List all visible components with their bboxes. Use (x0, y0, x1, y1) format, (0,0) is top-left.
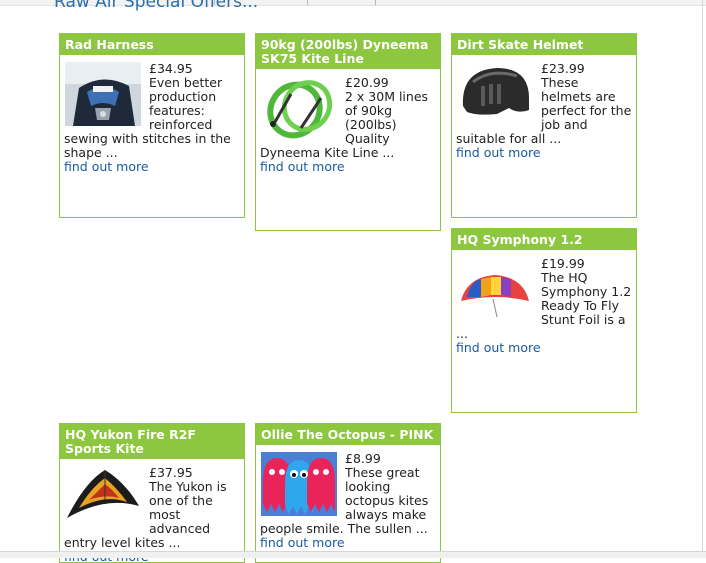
product-body: £37.95 The Yukon is one of the most adva… (60, 459, 244, 563)
page-heading: Raw Air Special Offers... (54, 0, 259, 12)
delta-kite-photo[interactable] (65, 466, 141, 530)
product-card-rad-harness: Rad Harness £34.95 Even better productio… (59, 33, 245, 218)
toolbar-divider (375, 0, 376, 5)
product-title-bar: Rad Harness (60, 34, 244, 55)
product-title-link[interactable]: HQ Yukon Fire R2F Sports Kite (65, 427, 196, 456)
find-out-more-link[interactable]: find out more (456, 341, 632, 355)
product-title-link[interactable]: HQ Symphony 1.2 (457, 232, 583, 247)
product-title-link[interactable]: Rad Harness (65, 37, 154, 52)
product-card-hq-yukon: HQ Yukon Fire R2F Sports Kite £37.95 The… (59, 423, 245, 563)
product-title-bar: Dirt Skate Helmet (452, 34, 636, 55)
product-card-hq-symphony: HQ Symphony 1.2 £19.99 The HQ Symphony 1… (451, 228, 637, 413)
product-card-kite-line: 90kg (200lbs) Dyneema SK75 Kite Line £20… (255, 33, 441, 231)
find-out-more-link[interactable]: find out more (260, 536, 436, 550)
product-title-bar: HQ Symphony 1.2 (452, 229, 636, 250)
harness-photo[interactable] (65, 62, 141, 126)
product-card-ollie-octopus: Ollie The Octopus - PINK £8.99 These gre… (255, 423, 441, 563)
product-title-bar: Ollie The Octopus - PINK (256, 424, 440, 445)
product-title-link[interactable]: Ollie The Octopus - PINK (261, 427, 433, 442)
product-title-link[interactable]: 90kg (200lbs) Dyneema SK75 Kite Line (261, 37, 428, 66)
product-title-bar: HQ Yukon Fire R2F Sports Kite (60, 424, 244, 459)
page-right-edge (702, 0, 703, 557)
toolbar-divider (307, 0, 308, 5)
product-body: £34.95 Even better production features: … (60, 55, 244, 174)
product-body: £23.99 These helmets are perfect for the… (452, 55, 636, 160)
find-out-more-link[interactable]: find out more (260, 160, 436, 174)
product-title-link[interactable]: Dirt Skate Helmet (457, 37, 583, 52)
helmet-photo[interactable] (457, 62, 533, 126)
product-card-helmet: Dirt Skate Helmet £23.99 These helmets a… (451, 33, 637, 218)
find-out-more-link[interactable]: find out more (64, 160, 240, 174)
foil-kite-photo[interactable] (457, 257, 533, 321)
kite-line-reel-photo[interactable] (261, 76, 337, 140)
product-body: £8.99 These great looking octopus kites … (256, 445, 440, 550)
product-body: £20.99 2 x 30M lines of 90kg (200lbs) Qu… (256, 69, 440, 174)
product-title-bar: 90kg (200lbs) Dyneema SK75 Kite Line (256, 34, 440, 69)
find-out-more-link[interactable]: find out more (456, 146, 632, 160)
product-body: £19.99 The HQ Symphony 1.2 Ready To Fly … (452, 250, 636, 355)
octopus-kite-photo[interactable] (261, 452, 337, 516)
